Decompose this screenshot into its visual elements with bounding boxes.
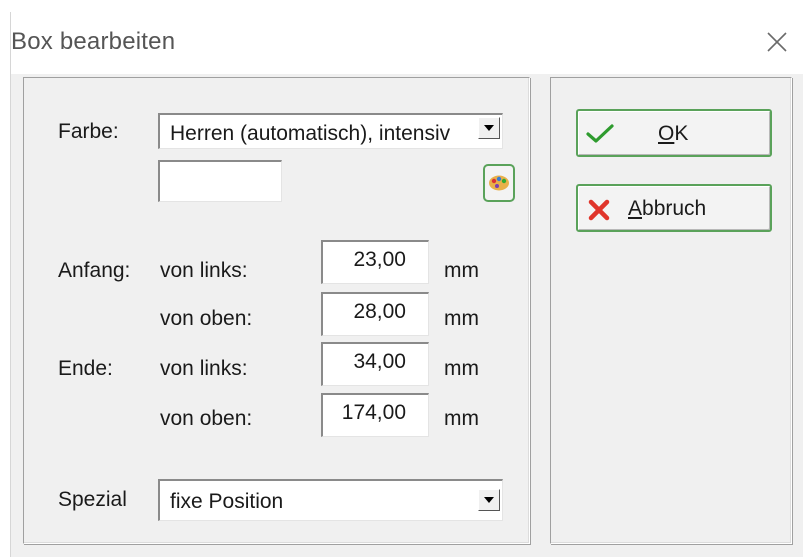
- x-icon: [588, 199, 610, 221]
- ende-von-oben-input[interactable]: 174,00: [321, 393, 429, 437]
- anfang-von-oben-input[interactable]: 28,00: [321, 292, 429, 336]
- anfang-von-oben-label: von oben:: [160, 307, 253, 330]
- ok-mnemonic: O: [658, 122, 675, 145]
- spezial-label: Spezial: [58, 488, 127, 511]
- farbe-dropdown-button[interactable]: [478, 117, 500, 139]
- color-preview-field[interactable]: [158, 160, 282, 202]
- ende-von-links-label: von links:: [160, 357, 248, 380]
- checkmark-icon: [586, 124, 614, 143]
- cancel-button[interactable]: Abbruch: [576, 184, 772, 232]
- ok-button[interactable]: OK: [576, 109, 772, 157]
- farbe-select[interactable]: Herren (automatisch), intensiv: [158, 113, 503, 149]
- unit-label: mm: [444, 259, 479, 282]
- dialog-title: Box bearbeiten: [11, 28, 176, 55]
- anfang-von-links-value: 23,00: [353, 248, 406, 271]
- spezial-dropdown-button[interactable]: [478, 489, 500, 511]
- spezial-select[interactable]: fixe Position: [158, 479, 503, 521]
- ende-von-links-value: 34,00: [353, 350, 406, 373]
- anfang-von-oben-value: 28,00: [353, 300, 406, 323]
- ende-von-oben-label: von oben:: [160, 407, 253, 430]
- spezial-select-value: fixe Position: [170, 490, 284, 513]
- ende-von-oben-value: 174,00: [341, 401, 406, 424]
- chevron-down-icon: [484, 497, 494, 503]
- chevron-down-icon: [484, 125, 494, 131]
- title-bar: Box bearbeiten: [11, 12, 803, 74]
- ende-label: Ende:: [58, 357, 113, 380]
- anfang-von-links-input[interactable]: 23,00: [321, 240, 429, 284]
- palette-button[interactable]: [483, 164, 515, 202]
- unit-label: mm: [444, 307, 479, 330]
- anfang-label: Anfang:: [58, 259, 131, 282]
- ok-button-label: OK: [658, 122, 688, 146]
- ende-von-links-input[interactable]: 34,00: [321, 342, 429, 386]
- palette-icon: [489, 175, 509, 191]
- cancel-mnemonic: A: [628, 197, 643, 220]
- cancel-label-rest: bbruch: [642, 197, 707, 220]
- unit-label: mm: [444, 357, 479, 380]
- farbe-label: Farbe:: [58, 120, 119, 143]
- anfang-von-links-label: von links:: [160, 259, 248, 282]
- cancel-button-label: Abbruch: [628, 197, 706, 221]
- close-icon: [767, 32, 787, 52]
- farbe-select-value: Herren (automatisch), intensiv: [170, 122, 451, 145]
- ok-label-rest: K: [674, 122, 689, 145]
- close-button[interactable]: [759, 24, 795, 60]
- unit-label: mm: [444, 407, 479, 430]
